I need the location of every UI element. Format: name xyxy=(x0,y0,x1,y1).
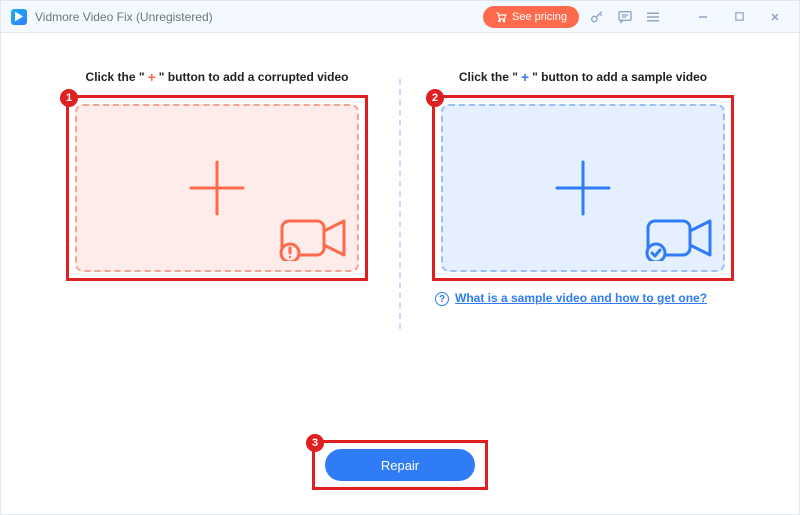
app-title: Vidmore Video Fix (Unregistered) xyxy=(35,10,213,24)
annotation-box-3: 3 Repair xyxy=(312,440,488,490)
sample-instruction: Click the " + " button to add a sample v… xyxy=(459,69,707,85)
titlebar: Vidmore Video Fix (Unregistered) See pri… xyxy=(1,1,799,33)
annotation-box-1: 1 xyxy=(66,95,368,281)
cart-icon xyxy=(495,11,507,23)
app-logo-icon xyxy=(11,9,27,25)
menu-icon[interactable] xyxy=(643,7,663,27)
add-icon xyxy=(181,152,253,224)
video-error-icon xyxy=(279,215,349,266)
feedback-icon[interactable] xyxy=(615,7,635,27)
corrupted-video-panel: Click the " + " button to add a corrupte… xyxy=(41,69,393,349)
help-icon: ? xyxy=(435,292,449,306)
annotation-badge: 1 xyxy=(60,89,78,107)
add-icon xyxy=(547,152,619,224)
divider xyxy=(399,79,401,329)
main-content: Click the " + " button to add a corrupte… xyxy=(1,33,799,514)
repair-button[interactable]: Repair xyxy=(325,449,475,481)
annotation-badge: 3 xyxy=(306,434,324,452)
maximize-button[interactable] xyxy=(725,3,753,31)
annotation-box-2: 2 xyxy=(432,95,734,281)
see-pricing-label: See pricing xyxy=(512,11,567,23)
plus-icon: + xyxy=(148,69,156,85)
sample-video-panel: Click the " + " button to add a sample v… xyxy=(407,69,759,349)
close-button[interactable] xyxy=(761,3,789,31)
video-ok-icon xyxy=(645,215,715,266)
see-pricing-button[interactable]: See pricing xyxy=(483,6,579,28)
add-corrupted-video-dropzone[interactable] xyxy=(69,98,365,278)
key-icon[interactable] xyxy=(587,7,607,27)
plus-icon: + xyxy=(521,69,529,85)
sample-help-link[interactable]: What is a sample video and how to get on… xyxy=(455,291,707,306)
sample-help-row: ? What is a sample video and how to get … xyxy=(435,291,731,306)
minimize-button[interactable] xyxy=(689,3,717,31)
repair-label: Repair xyxy=(381,458,419,473)
corrupted-instruction: Click the " + " button to add a corrupte… xyxy=(86,69,349,85)
annotation-badge: 2 xyxy=(426,89,444,107)
add-sample-video-dropzone[interactable] xyxy=(435,98,731,278)
